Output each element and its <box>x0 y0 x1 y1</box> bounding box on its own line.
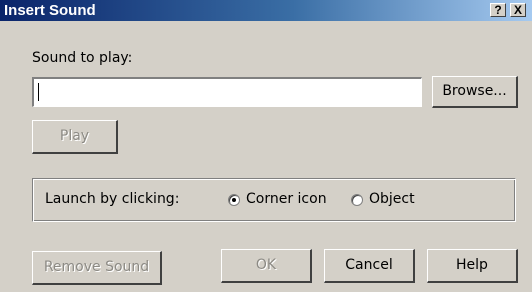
close-icon: X <box>513 3 522 17</box>
insert-sound-dialog: Insert Sound ? X Sound to play: Browse..… <box>0 0 532 292</box>
corner-icon-radio-button[interactable] <box>228 194 240 206</box>
help-button[interactable]: Help <box>427 249 518 283</box>
play-button[interactable]: Play <box>32 120 118 154</box>
ok-button[interactable]: OK <box>221 249 312 283</box>
object-label: Object <box>369 191 415 207</box>
title-bar[interactable]: Insert Sound ? X <box>0 0 532 21</box>
launch-by-clicking-label: Launch by clicking: <box>45 191 180 207</box>
sound-file-input[interactable] <box>32 77 422 107</box>
corner-icon-label: Corner icon <box>246 191 327 207</box>
cancel-button-label: Cancel <box>345 257 393 273</box>
window-title: Insert Sound <box>4 2 96 19</box>
sound-to-play-label: Sound to play: <box>32 50 133 66</box>
play-button-label: Play <box>59 128 90 144</box>
help-button-label: Help <box>456 257 488 273</box>
ok-button-label: OK <box>255 257 277 273</box>
close-title-button[interactable]: X <box>510 3 526 17</box>
launch-options-group: Launch by clicking: Corner icon Object <box>32 178 516 222</box>
help-icon: ? <box>494 3 502 17</box>
remove-sound-button[interactable]: Remove Sound <box>32 251 162 285</box>
help-title-button[interactable]: ? <box>490 3 506 17</box>
remove-sound-button-label: Remove Sound <box>43 259 150 275</box>
object-radio-button[interactable] <box>351 194 363 206</box>
browse-button-label: Browse... <box>442 83 507 99</box>
text-caret <box>38 83 39 101</box>
radio-selected-dot <box>232 198 236 202</box>
cancel-button[interactable]: Cancel <box>324 249 415 283</box>
browse-button[interactable]: Browse... <box>432 76 518 108</box>
